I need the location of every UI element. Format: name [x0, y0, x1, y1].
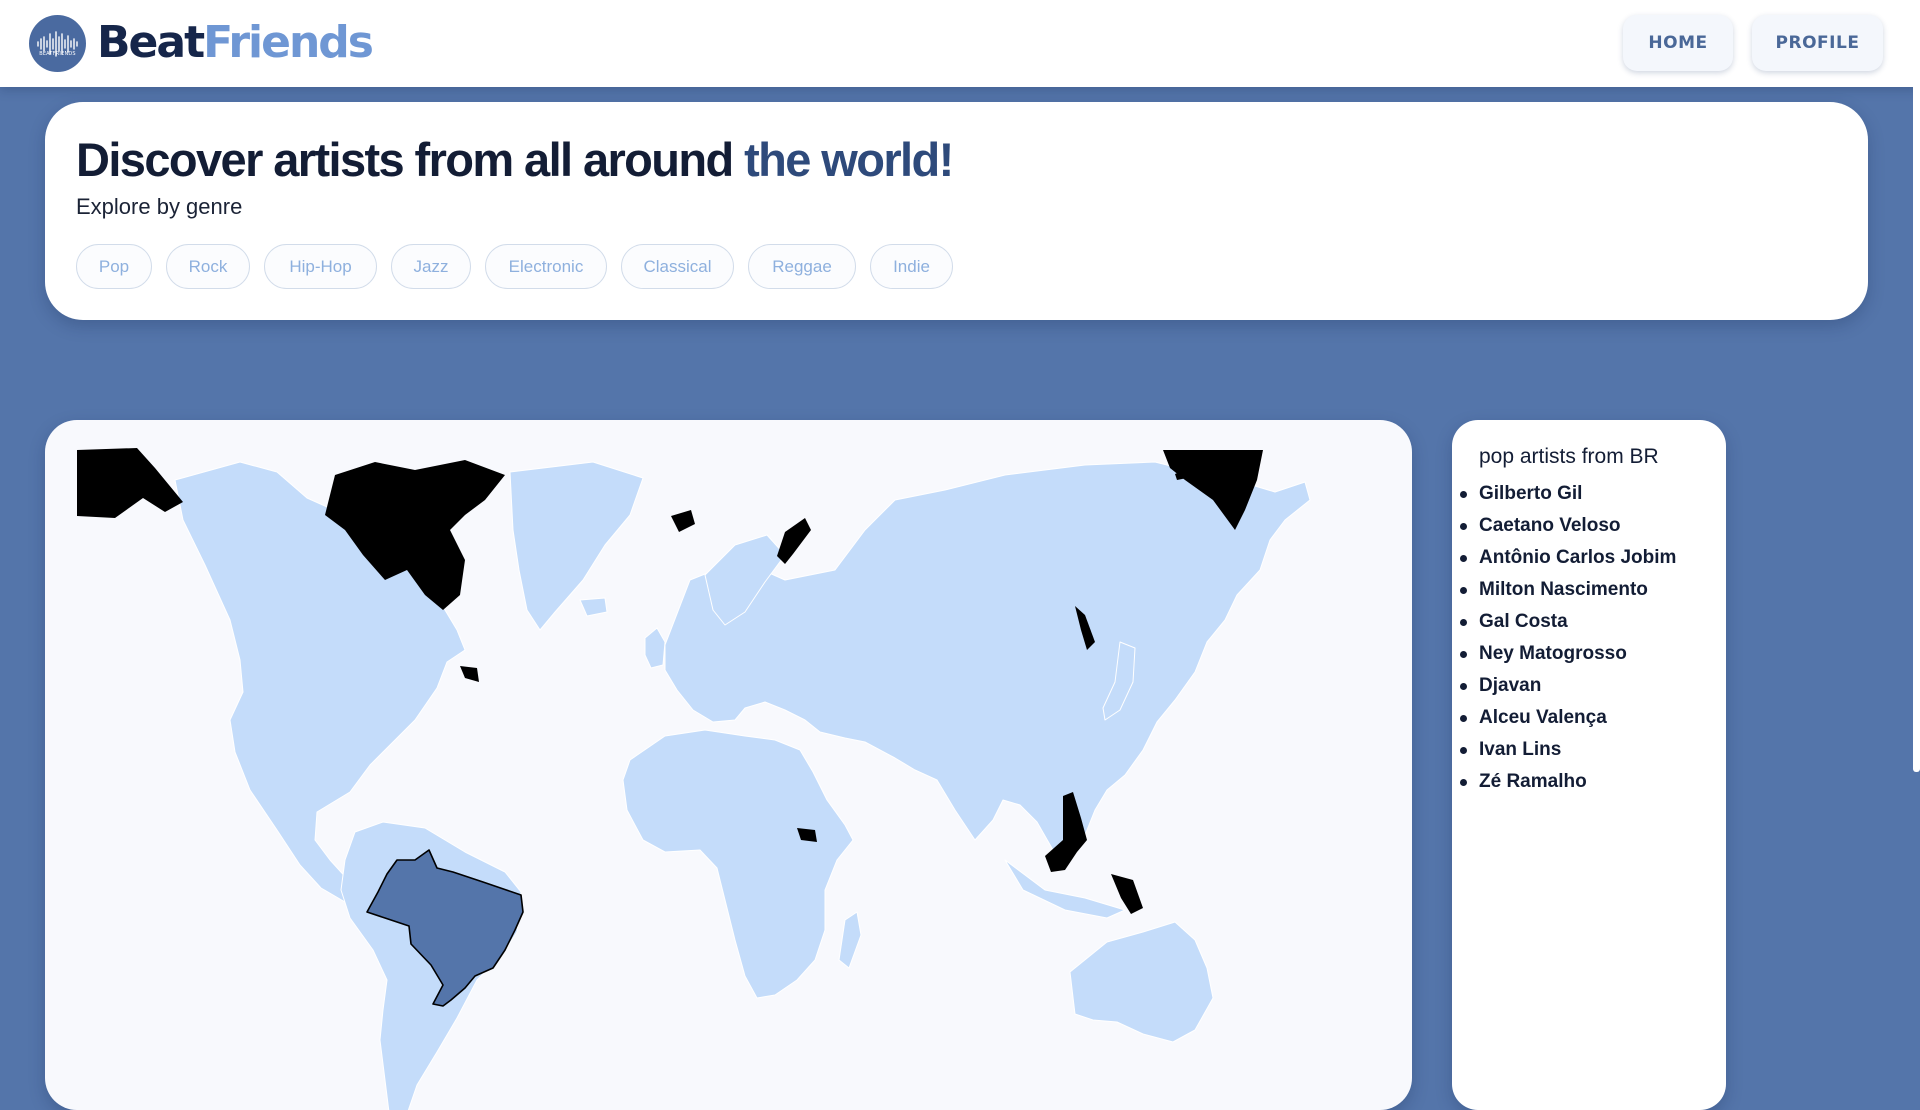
logo-text: BEATFRIENDS	[39, 51, 76, 57]
artist-item[interactable]: Djavan	[1459, 670, 1676, 702]
hero-card: Discover artists from all around the wor…	[45, 102, 1868, 320]
artist-item[interactable]: Caetano Veloso	[1459, 510, 1676, 542]
genre-chip-hip-hop[interactable]: Hip-Hop	[264, 244, 377, 289]
top-navbar: BEATFRIENDS BeatFriends HOME PROFILE	[0, 0, 1920, 87]
artist-item[interactable]: Alceu Valença	[1459, 702, 1676, 734]
world-map[interactable]	[45, 420, 1412, 1110]
page-title-part2: the world!	[744, 133, 954, 186]
brand-name-part1: Beat	[97, 17, 205, 68]
artist-item[interactable]: Antônio Carlos Jobim	[1459, 542, 1676, 574]
artist-item[interactable]: Gal Costa	[1459, 606, 1676, 638]
genre-subtitle: Explore by genre	[76, 194, 243, 219]
page-title: Discover artists from all around the wor…	[76, 132, 954, 187]
no-data-novaya-zemlya	[777, 518, 811, 564]
brand-name[interactable]: BeatFriends	[97, 14, 374, 72]
no-data-alaska	[77, 448, 183, 518]
page-scrollbar-thumb[interactable]	[1913, 0, 1920, 772]
no-data-svalbard	[671, 510, 695, 532]
genre-chip-classical[interactable]: Classical	[621, 244, 734, 289]
country-great-britain	[644, 627, 666, 669]
artist-item[interactable]: Milton Nascimento	[1459, 574, 1676, 606]
genre-chip-electronic[interactable]: Electronic	[485, 244, 607, 289]
artist-item[interactable]: Ivan Lins	[1459, 734, 1676, 766]
home-button[interactable]: HOME	[1623, 15, 1733, 71]
artists-panel-title: pop artists from BR	[1479, 445, 1659, 468]
page-title-part1: Discover artists from all around	[76, 133, 745, 186]
country-madagascar	[838, 911, 862, 969]
country-greenland	[509, 461, 644, 631]
genre-chip-pop[interactable]: Pop	[76, 244, 152, 289]
genre-chip-indie[interactable]: Indie	[870, 244, 953, 289]
profile-button[interactable]: PROFILE	[1752, 15, 1883, 71]
no-data-new-brunswick	[460, 666, 479, 682]
artist-item[interactable]: Zé Ramalho	[1459, 766, 1676, 798]
artist-item[interactable]: Gilberto Gil	[1459, 478, 1676, 510]
genre-chip-jazz[interactable]: Jazz	[391, 244, 471, 289]
genre-chip-reggae[interactable]: Reggae	[748, 244, 856, 289]
logo-icon[interactable]: BEATFRIENDS	[29, 15, 86, 72]
artists-list: Gilberto Gil Caetano Veloso Antônio Carl…	[1459, 478, 1676, 798]
world-map-card	[45, 420, 1412, 1110]
country-iceland	[579, 597, 608, 617]
artist-item[interactable]: Ney Matogrosso	[1459, 638, 1676, 670]
country-australia	[1069, 921, 1214, 1043]
genre-chip-rock[interactable]: Rock	[166, 244, 250, 289]
country-africa	[622, 729, 854, 999]
brand-name-part2: Friends	[203, 17, 374, 68]
artists-panel: pop artists from BR Gilberto Gil Caetano…	[1452, 420, 1726, 1110]
